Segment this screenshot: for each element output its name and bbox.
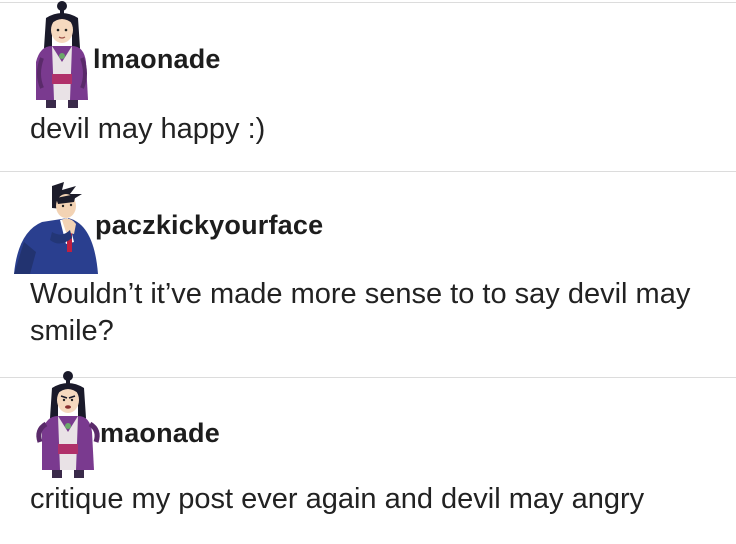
- post-item: lmaonade devil may happy :): [0, 0, 736, 170]
- man-in-blue-suit-thinking-avatar[interactable]: [12, 182, 102, 277]
- post-username[interactable]: maonade: [100, 418, 220, 449]
- post-item: maonade critique my post ever again and …: [0, 371, 736, 544]
- angry-woman-with-topknot-avatar[interactable]: [32, 370, 104, 478]
- post-message: Wouldn’t it’ve made more sense to to say…: [30, 278, 691, 347]
- woman-with-topknot-avatar[interactable]: [22, 0, 94, 108]
- post-username[interactable]: paczkickyourface: [95, 210, 323, 241]
- post-message: critique my post ever again and devil ma…: [30, 483, 645, 515]
- post-item: paczkickyourface Wouldn’t it’ve made mor…: [0, 172, 736, 377]
- post-username[interactable]: lmaonade: [93, 44, 221, 75]
- post-message: devil may happy :): [30, 113, 266, 145]
